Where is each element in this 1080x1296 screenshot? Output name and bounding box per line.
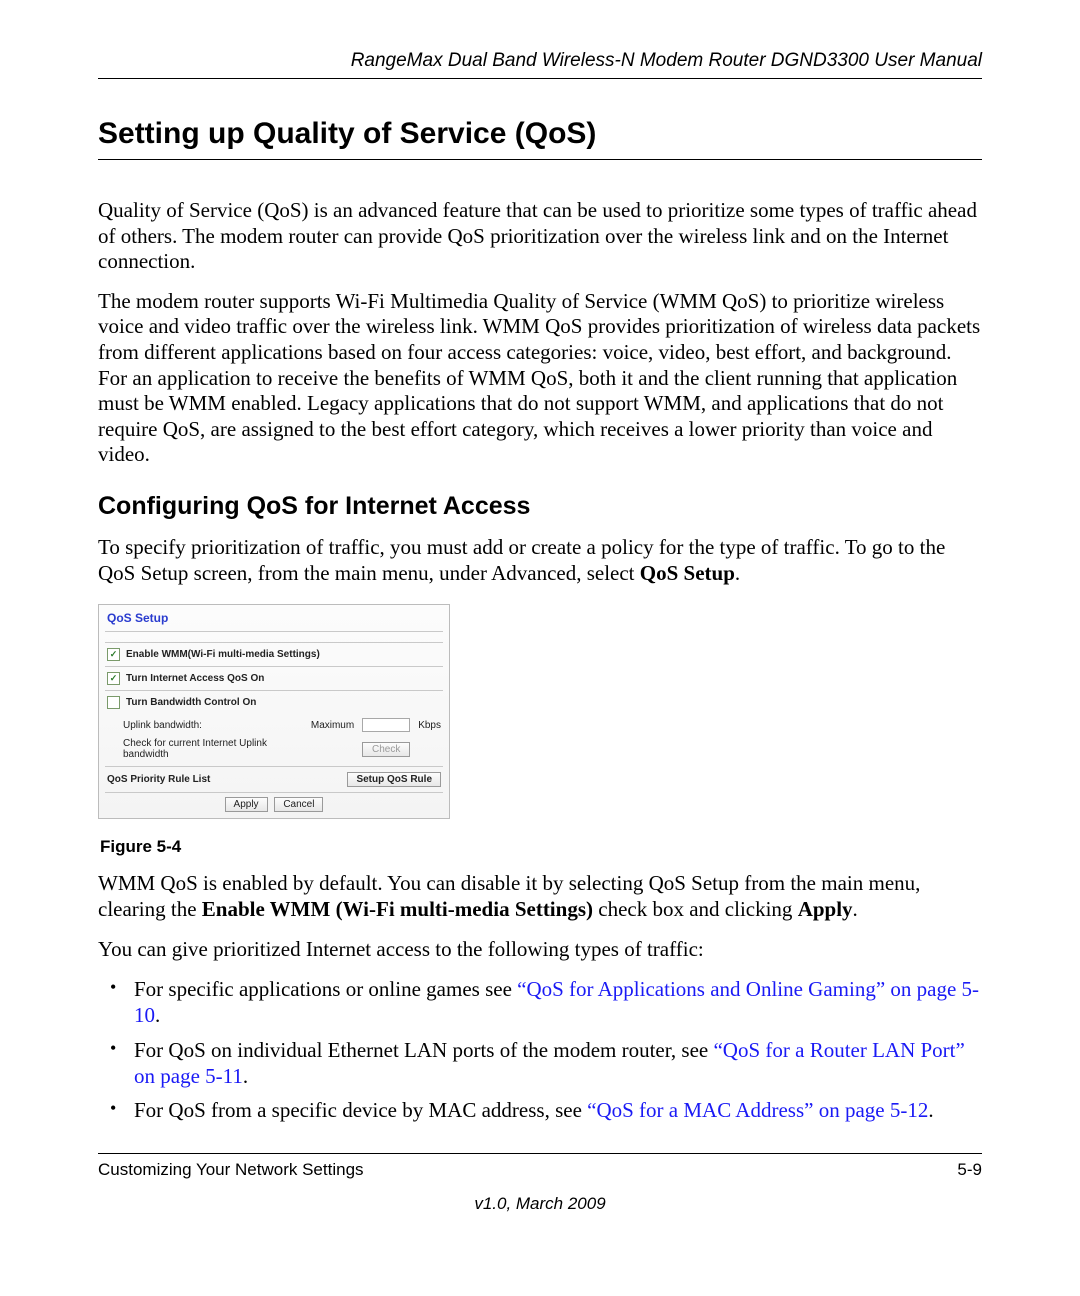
post-figure-para-1: WMM QoS is enabled by default. You can d… (98, 871, 982, 922)
text: To specify prioritization of traffic, yo… (98, 535, 945, 585)
enable-wmm-bold: Enable WMM (Wi-Fi multi-media Settings) (202, 897, 593, 921)
qos-rule-list-row: QoS Priority Rule List Setup QoS Rule (99, 767, 449, 792)
turn-internet-qos-label: Turn Internet Access QoS On (126, 673, 264, 684)
footer-section-title: Customizing Your Network Settings (98, 1160, 364, 1180)
list-item: For QoS from a specific device by MAC ad… (98, 1097, 982, 1123)
qos-setup-bold: QoS Setup (640, 561, 735, 585)
section-para-2: The modem router supports Wi-Fi Multimed… (98, 289, 982, 468)
list-item: For specific applications or online game… (98, 976, 982, 1029)
text: For specific applications or online game… (134, 977, 517, 1001)
text: . (243, 1064, 248, 1088)
turn-bandwidth-label: Turn Bandwidth Control On (126, 697, 256, 708)
turn-bandwidth-row: ✓ Turn Bandwidth Control On (99, 691, 449, 714)
setup-qos-rule-button[interactable]: Setup QoS Rule (347, 772, 441, 787)
subsection-title: Configuring QoS for Internet Access (98, 492, 982, 521)
uplink-bandwidth-label: Uplink bandwidth: (123, 720, 303, 731)
running-header: RangeMax Dual Band Wireless-N Modem Rout… (98, 50, 982, 79)
qos-rule-list-label: QoS Priority Rule List (107, 774, 210, 785)
text: . (853, 897, 858, 921)
text: . (735, 561, 740, 585)
turn-internet-qos-checkbox[interactable]: ✓ (107, 672, 120, 685)
text: . (155, 1003, 160, 1027)
post-figure-para-2: You can give prioritized Internet access… (98, 937, 982, 963)
figure-caption: Figure 5-4 (100, 837, 982, 857)
text: For QoS from a specific device by MAC ad… (134, 1098, 587, 1122)
subsection-para-1: To specify prioritization of traffic, yo… (98, 535, 982, 586)
cancel-button[interactable]: Cancel (274, 797, 323, 812)
list-item: For QoS on individual Ethernet LAN ports… (98, 1037, 982, 1090)
manual-page: RangeMax Dual Band Wireless-N Modem Rout… (0, 0, 1080, 1244)
qos-setup-panel: QoS Setup ✓ Enable WMM(Wi-Fi multi-media… (98, 604, 450, 819)
turn-bandwidth-checkbox[interactable]: ✓ (107, 696, 120, 709)
traffic-types-list: For specific applications or online game… (98, 976, 982, 1123)
check-uplink-label: Check for current Internet Uplink bandwi… (123, 738, 303, 760)
enable-wmm-checkbox[interactable]: ✓ (107, 648, 120, 661)
footer-page-number: 5-9 (957, 1160, 982, 1180)
uplink-kbps-label: Kbps (418, 720, 441, 731)
check-button[interactable]: Check (362, 742, 410, 757)
uplink-maximum-label: Maximum (311, 720, 354, 731)
footer-version: v1.0, March 2009 (98, 1194, 982, 1214)
text: check box and clicking (593, 897, 798, 921)
apply-bold: Apply (798, 897, 853, 921)
apply-button[interactable]: Apply (225, 797, 268, 812)
qos-footer-buttons: Apply Cancel (99, 793, 449, 818)
qos-setup-title: QoS Setup (99, 605, 449, 631)
enable-wmm-row: ✓ Enable WMM(Wi-Fi multi-media Settings) (99, 643, 449, 666)
text: For QoS on individual Ethernet LAN ports… (134, 1038, 713, 1062)
bandwidth-grid: Uplink bandwidth: Maximum Kbps Check for… (99, 714, 449, 766)
section-title: Setting up Quality of Service (QoS) (98, 117, 982, 160)
page-footer: Customizing Your Network Settings 5-9 (98, 1153, 982, 1180)
turn-internet-qos-row: ✓ Turn Internet Access QoS On (99, 667, 449, 690)
text: . (928, 1098, 933, 1122)
link-qos-mac-address[interactable]: “QoS for a MAC Address” on page 5-12 (587, 1098, 928, 1122)
enable-wmm-label: Enable WMM(Wi-Fi multi-media Settings) (126, 649, 320, 660)
figure-5-4: QoS Setup ✓ Enable WMM(Wi-Fi multi-media… (98, 604, 982, 857)
uplink-bandwidth-input[interactable] (362, 718, 410, 732)
section-para-1: Quality of Service (QoS) is an advanced … (98, 198, 982, 275)
